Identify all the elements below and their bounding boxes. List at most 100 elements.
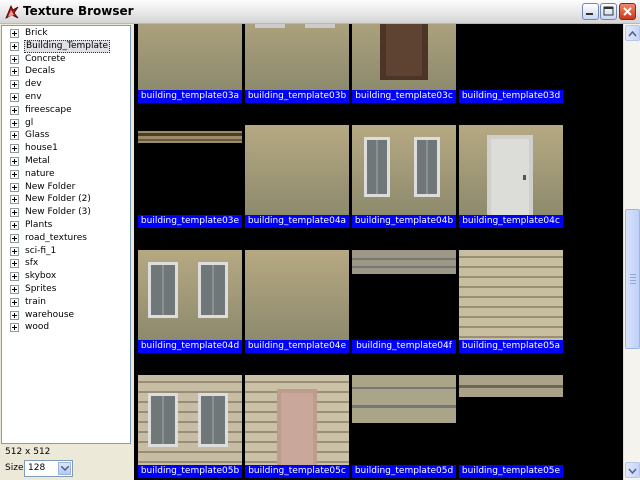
dropdown-arrow-button[interactable]: [58, 462, 71, 475]
tree-item[interactable]: Plants: [2, 219, 130, 232]
texture-tile[interactable]: building_template05b: [138, 375, 242, 479]
texture-tile[interactable]: building_template04a: [245, 125, 349, 229]
texture-thumbnail: [352, 375, 456, 465]
expand-plus-icon[interactable]: [10, 221, 19, 230]
texture-tile[interactable]: building_template04f: [352, 250, 456, 354]
tree-item[interactable]: New Folder (3): [2, 206, 130, 219]
expand-plus-icon[interactable]: [10, 80, 19, 90]
tree-item[interactable]: nature: [2, 168, 130, 181]
scroll-down-button[interactable]: [625, 462, 640, 478]
tree-item[interactable]: Glass: [2, 129, 130, 142]
expand-plus-icon[interactable]: [10, 29, 19, 38]
tree-item-label: Plants: [25, 220, 53, 230]
texture-browser-window: Texture Browser Brick Building_Template Co…: [0, 0, 640, 480]
tree-item-label: wood: [25, 322, 50, 333]
expand-plus-icon[interactable]: [10, 285, 19, 294]
texture-tile[interactable]: building_template05d: [352, 375, 456, 479]
tree-item[interactable]: dev: [2, 78, 130, 91]
size-dropdown[interactable]: 128: [24, 460, 73, 477]
texture-thumbnail: [459, 250, 563, 340]
tree-item-label: gl: [25, 117, 34, 128]
tree-item[interactable]: road_textures: [2, 232, 130, 245]
texture-tile[interactable]: building_template03e: [138, 125, 242, 229]
expand-plus-icon[interactable]: [10, 54, 19, 64]
texture-tile[interactable]: building_template04b: [352, 125, 456, 229]
tree-item[interactable]: Concrete: [2, 53, 130, 66]
expand-plus-icon[interactable]: [10, 259, 19, 269]
scroll-up-button[interactable]: [625, 25, 640, 41]
texture-grid[interactable]: building_template03a building_template03b…: [134, 24, 623, 480]
tree-item-label: Sprites: [25, 284, 57, 294]
texture-name-label: building_template03d: [459, 90, 563, 103]
expand-plus-icon[interactable]: [10, 41, 19, 51]
tree-item[interactable]: New Folder: [2, 181, 130, 194]
expand-plus-icon[interactable]: [10, 67, 19, 77]
expand-plus-icon[interactable]: [10, 169, 19, 179]
expand-plus-icon[interactable]: [10, 118, 19, 128]
texture-name-label: building_template04a: [245, 215, 349, 228]
texture-name-label: building_template03b: [245, 90, 349, 103]
tree-item[interactable]: Building_Template: [2, 39, 130, 53]
tree-item-label: skybox: [25, 271, 57, 282]
tree-item[interactable]: train: [2, 296, 130, 309]
texture-tile[interactable]: building_template04e: [245, 250, 349, 354]
texture-tile[interactable]: building_template05e: [459, 375, 563, 479]
tree-item[interactable]: sfx: [2, 257, 130, 270]
tree-item[interactable]: fireescape: [2, 104, 130, 117]
tree-item-label: New Folder (3): [25, 207, 91, 218]
texture-thumbnail: [352, 24, 456, 90]
texture-tile[interactable]: building_template04d: [138, 250, 242, 354]
expand-plus-icon[interactable]: [10, 297, 19, 307]
expand-plus-icon[interactable]: [10, 93, 19, 102]
expand-plus-icon[interactable]: [10, 246, 19, 256]
minimize-icon: [586, 13, 593, 15]
tree-item[interactable]: skybox: [2, 270, 130, 283]
expand-plus-icon[interactable]: [10, 131, 19, 141]
expand-plus-icon[interactable]: [10, 310, 19, 320]
texture-thumbnail: [352, 125, 456, 215]
maximize-button[interactable]: [600, 3, 617, 20]
tree-item-label: env: [25, 92, 42, 102]
expand-plus-icon[interactable]: [10, 195, 19, 205]
tree-item-label: nature: [25, 168, 55, 179]
texture-tile[interactable]: building_template03b: [245, 24, 349, 104]
title-bar[interactable]: Texture Browser: [0, 0, 640, 24]
tree-item[interactable]: env: [2, 91, 130, 104]
texture-tile[interactable]: building_template05a: [459, 250, 563, 354]
texture-tile[interactable]: building_template03c: [352, 24, 456, 104]
expand-plus-icon[interactable]: [10, 105, 19, 115]
close-button[interactable]: [619, 3, 636, 20]
folder-tree[interactable]: Brick Building_Template Concrete Decals dev e…: [1, 25, 131, 444]
tree-item[interactable]: sci-fi_1: [2, 245, 130, 258]
tree-item[interactable]: Decals: [2, 65, 130, 78]
tree-item-label: New Folder: [25, 181, 76, 192]
texture-tile[interactable]: building_template04c: [459, 125, 563, 229]
texture-tile[interactable]: building_template05c: [245, 375, 349, 479]
tree-item[interactable]: gl: [2, 117, 130, 130]
tree-item-label: warehouse: [25, 309, 75, 320]
scroll-thumb[interactable]: [625, 209, 640, 349]
tree-item-label: sfx: [25, 258, 39, 269]
minimize-button[interactable]: [582, 3, 599, 20]
tree-item[interactable]: Brick: [2, 27, 130, 40]
tree-item[interactable]: warehouse: [2, 309, 130, 322]
expand-plus-icon[interactable]: [10, 323, 19, 333]
tree-item[interactable]: New Folder (2): [2, 193, 130, 206]
vertical-scrollbar[interactable]: [623, 24, 640, 480]
tree-item[interactable]: Metal: [2, 155, 130, 168]
tree-item[interactable]: house1: [2, 142, 130, 155]
expand-plus-icon[interactable]: [10, 182, 19, 192]
expand-plus-icon[interactable]: [10, 208, 19, 218]
expand-plus-icon[interactable]: [10, 144, 19, 154]
chevron-up-icon: [628, 30, 637, 37]
texture-tile[interactable]: building_template03d: [459, 24, 563, 104]
app-logo-icon: [4, 4, 20, 20]
expand-plus-icon[interactable]: [10, 233, 19, 243]
tree-item-label: Brick: [25, 28, 48, 38]
tree-item[interactable]: Sprites: [2, 283, 130, 296]
expand-plus-icon[interactable]: [10, 272, 19, 282]
texture-tile[interactable]: building_template03a: [138, 24, 242, 104]
expand-plus-icon[interactable]: [10, 157, 19, 166]
texture-thumbnail: [352, 250, 456, 340]
tree-item[interactable]: wood: [2, 321, 130, 334]
